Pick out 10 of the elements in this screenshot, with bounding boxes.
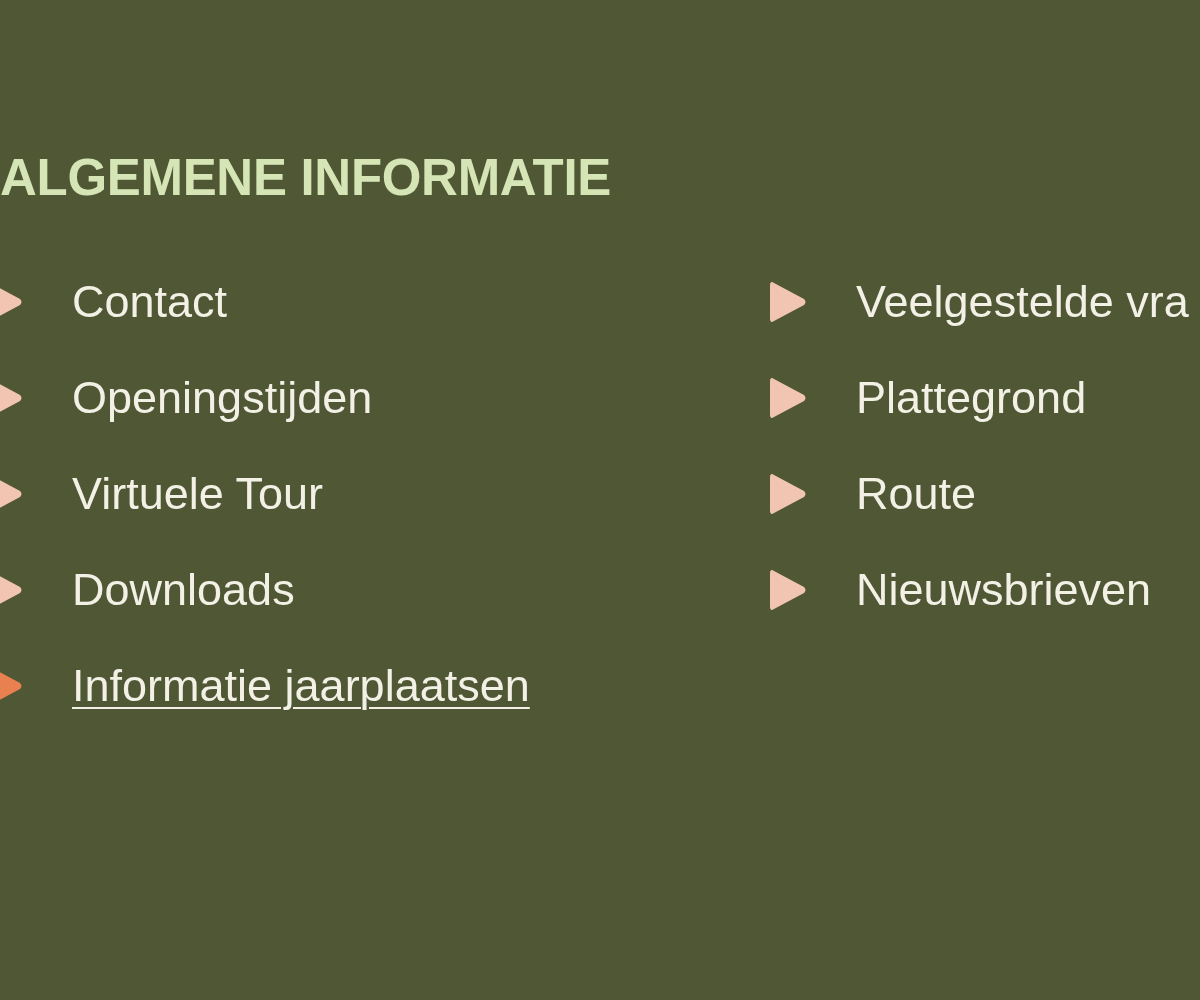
- nav-link[interactable]: Plattegrond: [856, 372, 1087, 424]
- section-heading: ALGEMENE INFORMATIE: [0, 150, 611, 206]
- nav-link[interactable]: Virtuele Tour: [72, 468, 323, 520]
- nav-link[interactable]: Informatie jaarplaatsen: [72, 660, 530, 712]
- nav-link[interactable]: Nieuwsbrieven: [856, 564, 1152, 616]
- nav-link[interactable]: Veelgestelde vra: [856, 276, 1189, 328]
- nav-link[interactable]: Route: [856, 468, 977, 520]
- nav-link[interactable]: Contact: [72, 276, 228, 328]
- nav-link[interactable]: Openingstijden: [72, 372, 373, 424]
- nav-link[interactable]: Downloads: [72, 564, 295, 616]
